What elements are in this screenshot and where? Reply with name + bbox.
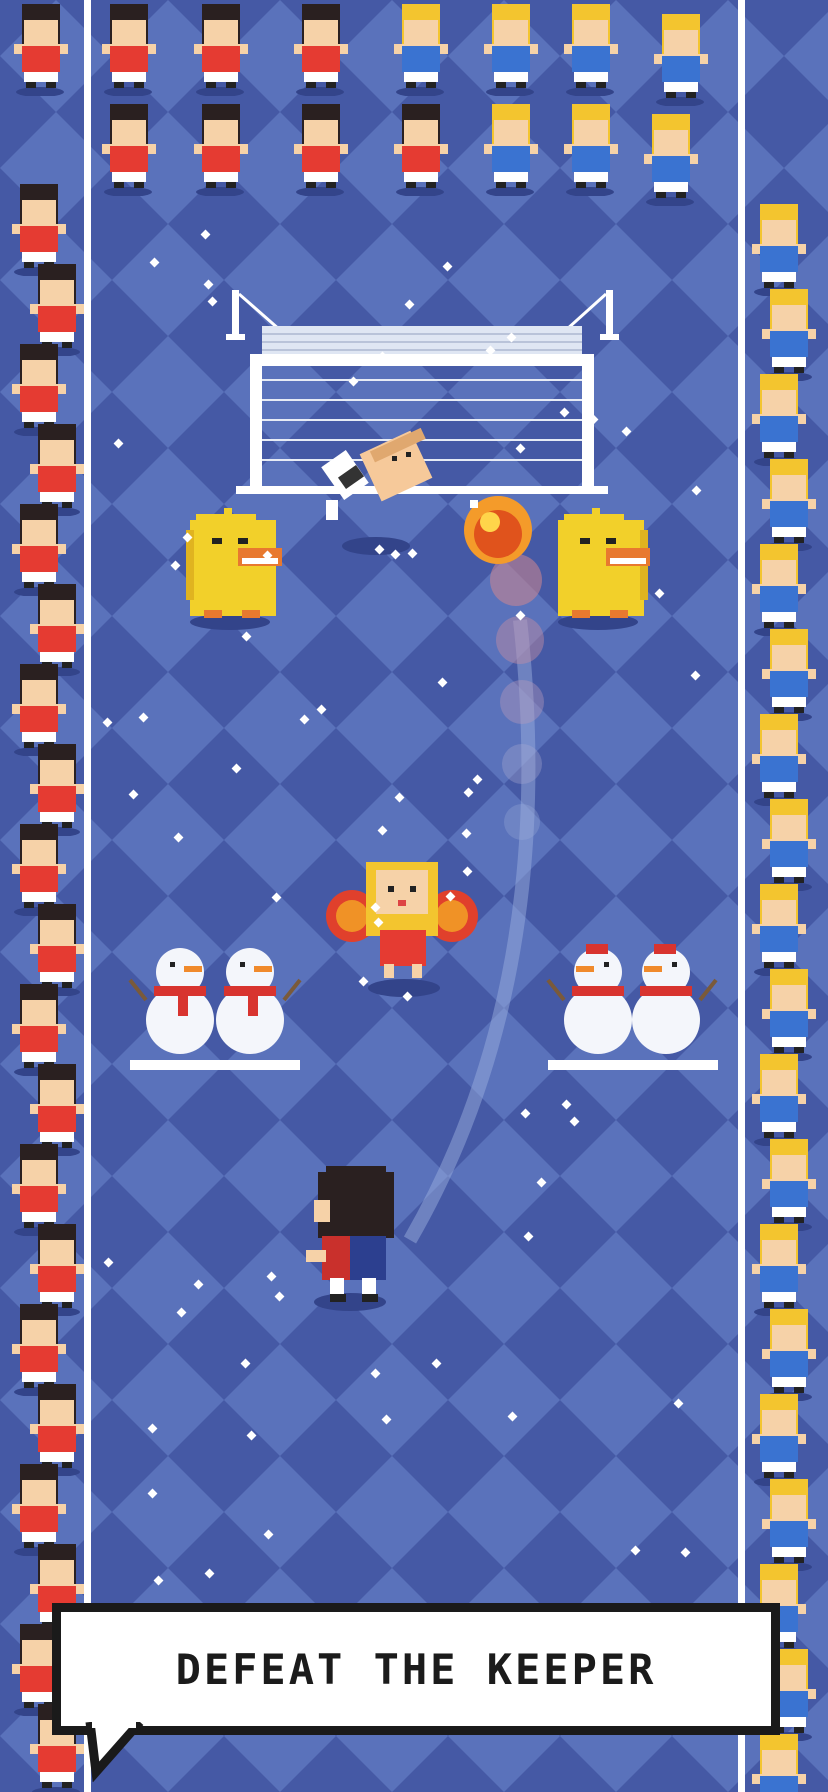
game-stage[interactable]: DEFEAT THE KEEPER [0,0,828,1792]
caption-text: DEFEAT THE KEEPER [175,1644,657,1694]
left-touchline [84,0,91,1792]
right-touchline [738,0,745,1792]
speech-bubble-tail-icon [85,1722,144,1782]
caption-speech-bubble: DEFEAT THE KEEPER [52,1603,780,1735]
football-pitch [0,0,828,1792]
